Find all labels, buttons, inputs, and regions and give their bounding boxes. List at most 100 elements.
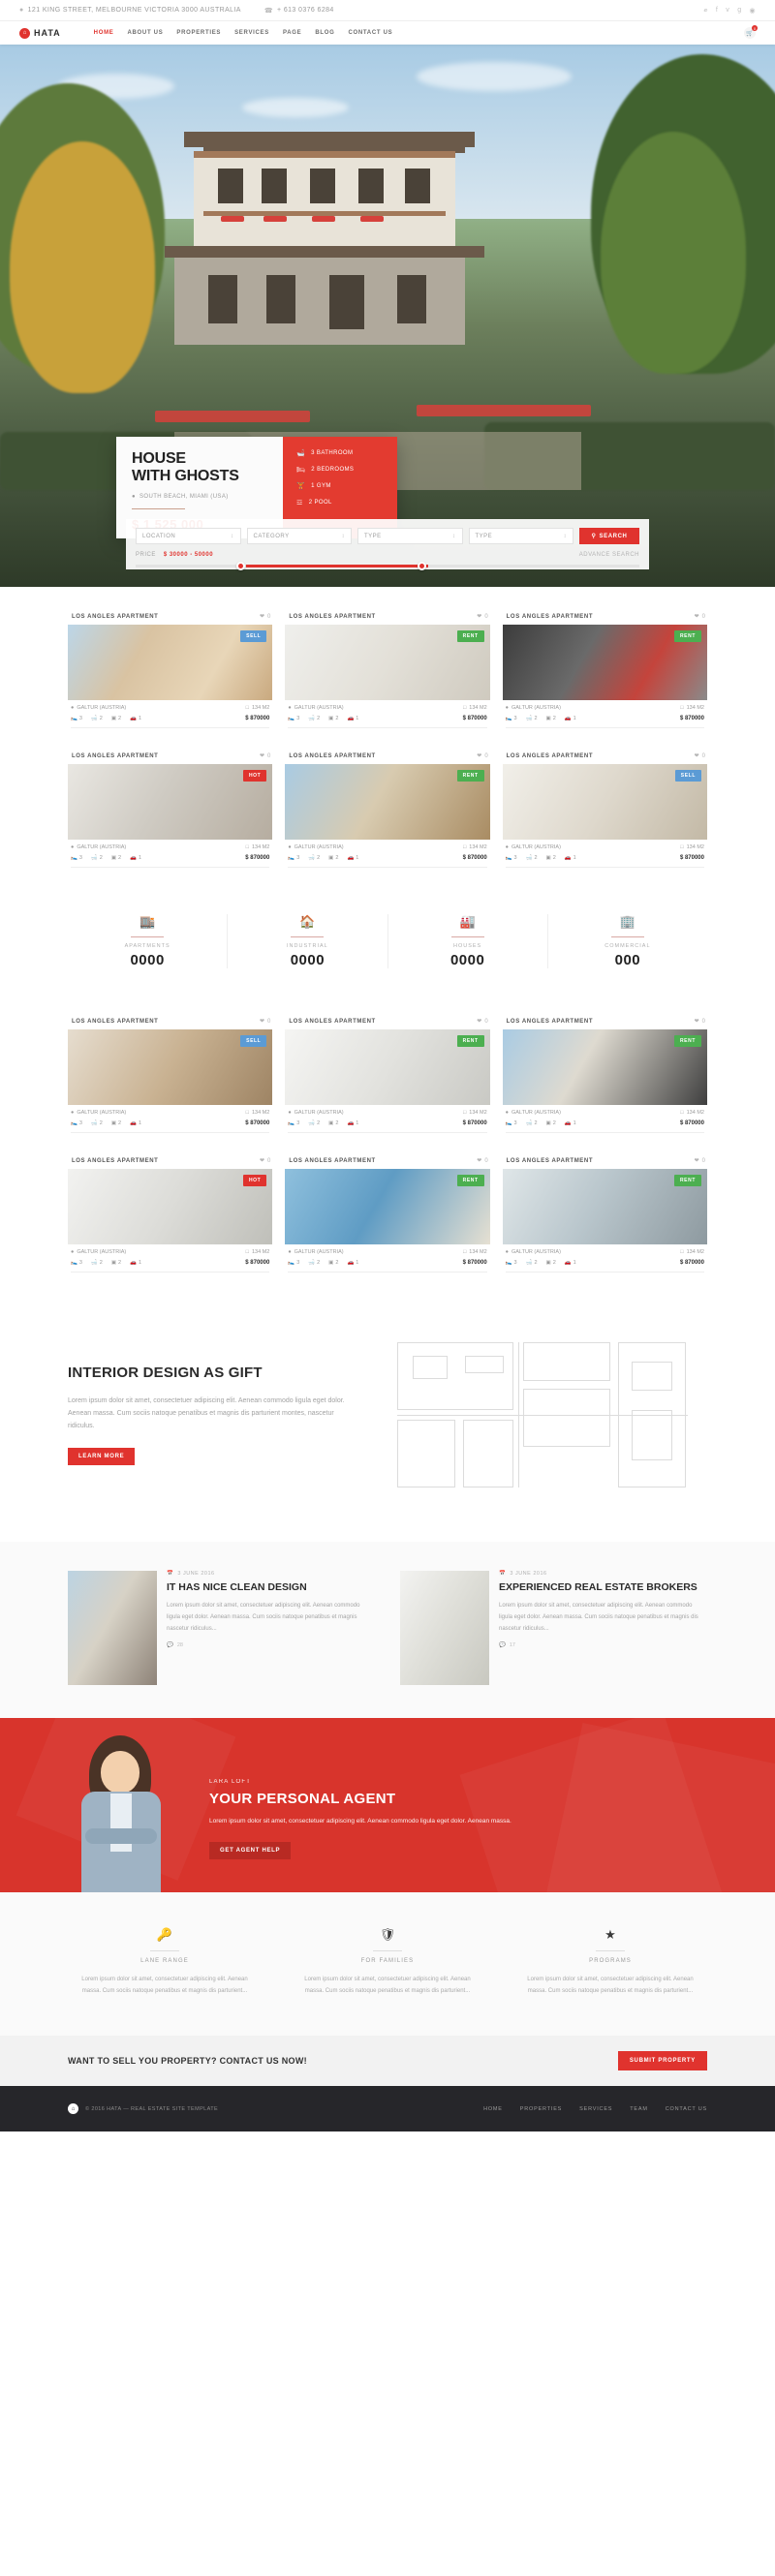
agent-subtitle: LARA LOFT: [209, 1779, 252, 1786]
property-image[interactable]: HOT: [68, 764, 273, 840]
nav-item-home[interactable]: HOME: [94, 30, 114, 36]
favorite-button[interactable]: ❤ 0: [260, 752, 270, 760]
footer-link-home[interactable]: HOME: [483, 2106, 503, 2112]
favorite-button[interactable]: ❤ 0: [477, 613, 487, 621]
learn-more-button[interactable]: LEARN MORE: [68, 1448, 136, 1466]
agent-banner: LARA LOFT YOUR PERSONAL AGENT Lorem ipsu…: [0, 1718, 775, 1892]
property-card[interactable]: LOS ANGLES APARTMENT ❤ 0 RENT ● GALTUR (AUSTR…: [285, 1013, 490, 1133]
bed-icon: 🛌: [71, 1120, 78, 1126]
favorite-button[interactable]: ❤ 0: [694, 1018, 705, 1026]
property-image[interactable]: SELL: [68, 1029, 273, 1105]
heart-icon: ❤: [694, 1019, 699, 1025]
nav-item-contact-us[interactable]: CONTACT US: [348, 30, 392, 36]
nav-item-services[interactable]: SERVICES: [234, 30, 269, 36]
social-links[interactable]: 𝒶 f v g ◉: [704, 7, 756, 15]
property-card[interactable]: LOS ANGLES APARTMENT ❤ 0 RENT ● GALTUR (AUSTR…: [502, 608, 707, 728]
favorite-button[interactable]: ❤ 0: [695, 613, 705, 621]
vimeo-icon[interactable]: v: [726, 7, 729, 15]
bathtub-icon: 🛁: [525, 1260, 533, 1266]
slider-knob-min[interactable]: [236, 562, 245, 570]
site-logo[interactable]: ⌂ HATA: [19, 27, 61, 39]
property-image[interactable]: RENT: [502, 625, 707, 700]
logo-text: HATA: [34, 28, 61, 38]
submit-property-button[interactable]: SUBMIT PROPERTY: [617, 2051, 707, 2070]
search-field-type-3[interactable]: TYPE ↕: [468, 528, 574, 544]
search-field-location-0[interactable]: LOCATION ↕: [136, 528, 241, 544]
property-location: GALTUR (AUSTRIA): [77, 1249, 127, 1255]
favorite-button[interactable]: ❤ 0: [477, 752, 487, 760]
twitter-icon[interactable]: 𝒶: [704, 7, 708, 15]
divider: [288, 1272, 487, 1273]
nav-item-page[interactable]: PAGE: [283, 30, 301, 36]
footer-link-contact-us[interactable]: CONTACT US: [666, 2106, 707, 2112]
blog-post[interactable]: 📅 3 JUNE 2016 EXPERIENCED REAL ESTATE BROK…: [400, 1571, 707, 1685]
baths-count: 2: [534, 1260, 538, 1266]
property-image[interactable]: SELL: [68, 625, 273, 700]
property-card[interactable]: LOS ANGLES APARTMENT ❤ 0 SELL ● GALTUR (AUSTR…: [68, 1013, 273, 1133]
favorite-button[interactable]: ❤ 0: [260, 1157, 270, 1165]
favorite-button[interactable]: ❤ 0: [695, 752, 705, 760]
footer-link-team[interactable]: TEAM: [630, 2106, 647, 2112]
blog-title[interactable]: IT HAS NICE CLEAN DESIGN: [167, 1581, 375, 1594]
property-card[interactable]: LOS ANGLES APARTMENT ❤ 0 HOT ● GALTUR (AUSTRI…: [68, 1152, 273, 1273]
property-image[interactable]: RENT: [502, 1169, 707, 1244]
rooms-count: 2: [335, 716, 339, 721]
feature-label: 2 BEDROOMS: [311, 467, 355, 473]
blog-title[interactable]: EXPERIENCED REAL ESTATE BROKERS: [499, 1581, 707, 1594]
get-agent-help-button[interactable]: GET AGENT HELP: [209, 1842, 292, 1859]
cart-icon[interactable]: 🛒 0: [744, 25, 758, 39]
search-field-type-2[interactable]: TYPE ↕: [357, 528, 463, 544]
property-card[interactable]: LOS ANGLES APARTMENT ❤ 0 HOT ● GALTUR (AUSTRI…: [68, 748, 273, 868]
favorite-button[interactable]: ❤ 0: [695, 1157, 705, 1165]
price-slider[interactable]: [136, 562, 639, 570]
phone-block[interactable]: ☎ + 613 0376 6284: [264, 7, 334, 15]
blog-image[interactable]: [400, 1571, 489, 1685]
card-features: 🛌 3 🛁 2 ▣ 2 🚗 1 $ 870000: [285, 850, 489, 861]
blog-post[interactable]: 📅 3 JUNE 2016 IT HAS NICE CLEAN DESIGN Lore…: [68, 1571, 375, 1685]
property-image[interactable]: RENT: [502, 1029, 707, 1105]
property-card[interactable]: LOS ANGLES APARTMENT ❤ 0 RENT ● GALTUR (AUSTR…: [502, 1152, 707, 1273]
property-image[interactable]: RENT: [285, 625, 490, 700]
advance-search-link[interactable]: ADVANCE SEARCH: [579, 552, 639, 558]
favorite-button[interactable]: ❤ 0: [477, 1018, 487, 1026]
property-area: 134 M2: [251, 1249, 270, 1255]
search-field-category-1[interactable]: CATEGORY ↕: [246, 528, 352, 544]
property-title: LOS ANGLES APARTMENT: [506, 752, 594, 759]
property-card[interactable]: LOS ANGLES APARTMENT ❤ 0 RENT ● GALTUR (AUSTR…: [285, 1152, 490, 1273]
property-card[interactable]: LOS ANGLES APARTMENT ❤ 0 RENT ● GALTUR (AUSTR…: [502, 1013, 707, 1133]
featured-feature: 🏋 1 GYM: [296, 482, 397, 490]
property-image[interactable]: RENT: [285, 1169, 490, 1244]
footer-menu: HOME PROPERTIES SERVICES TEAM CONTACT US: [483, 2106, 707, 2112]
property-image[interactable]: HOT: [68, 1169, 273, 1244]
home-icon: ⌂: [68, 2103, 78, 2114]
property-card[interactable]: LOS ANGLES APARTMENT ❤ 0 SELL ● GALTUR (AUSTR…: [68, 608, 273, 728]
property-image[interactable]: RENT: [285, 1029, 490, 1105]
facebook-icon[interactable]: f: [716, 7, 718, 15]
nav-item-blog[interactable]: BLOG: [315, 30, 334, 36]
footer-link-properties[interactable]: PROPERTIES: [520, 2106, 562, 2112]
service-item: 🔑 LANE RANGE Lorem ipsum dolor sit amet, c…: [68, 1927, 262, 1997]
property-title: LOS ANGLES APARTMENT: [289, 752, 376, 759]
garage-icon: 🚗: [347, 716, 355, 721]
room-icon: ▣: [110, 1120, 117, 1126]
site-footer: ⌂ © 2016 HATA — REAL ESTATE SITE TEMPLAT…: [0, 2086, 775, 2131]
property-image[interactable]: SELL: [502, 764, 707, 840]
nav-item-about-us[interactable]: ABOUT US: [127, 30, 163, 36]
property-card[interactable]: LOS ANGLES APARTMENT ❤ 0 SELL ● GALTUR (AUSTR…: [502, 748, 707, 868]
chevron-down-icon: ↕: [563, 533, 567, 539]
favorite-button[interactable]: ❤ 0: [260, 613, 270, 621]
favorite-button[interactable]: ❤ 0: [477, 1157, 487, 1165]
property-card[interactable]: LOS ANGLES APARTMENT ❤ 0 RENT ● GALTUR (AUSTR…: [285, 608, 490, 728]
property-image[interactable]: RENT: [285, 764, 490, 840]
comment-icon: 💬: [167, 1642, 173, 1649]
footer-link-services[interactable]: SERVICES: [579, 2106, 612, 2112]
property-card[interactable]: LOS ANGLES APARTMENT ❤ 0 RENT ● GALTUR (AUSTR…: [285, 748, 490, 868]
slider-knob-max[interactable]: [418, 562, 427, 570]
google-plus-icon[interactable]: g: [737, 7, 741, 15]
rss-icon[interactable]: ◉: [749, 7, 756, 15]
blog-image[interactable]: [68, 1571, 157, 1685]
nav-item-properties[interactable]: PROPERTIES: [176, 30, 221, 36]
search-button[interactable]: ⚲ SEARCH: [579, 528, 639, 544]
favorite-button[interactable]: ❤ 0: [260, 1018, 270, 1026]
card-features: 🛌 3 🛁 2 ▣ 2 🚗 1 $ 870000: [285, 1255, 489, 1266]
